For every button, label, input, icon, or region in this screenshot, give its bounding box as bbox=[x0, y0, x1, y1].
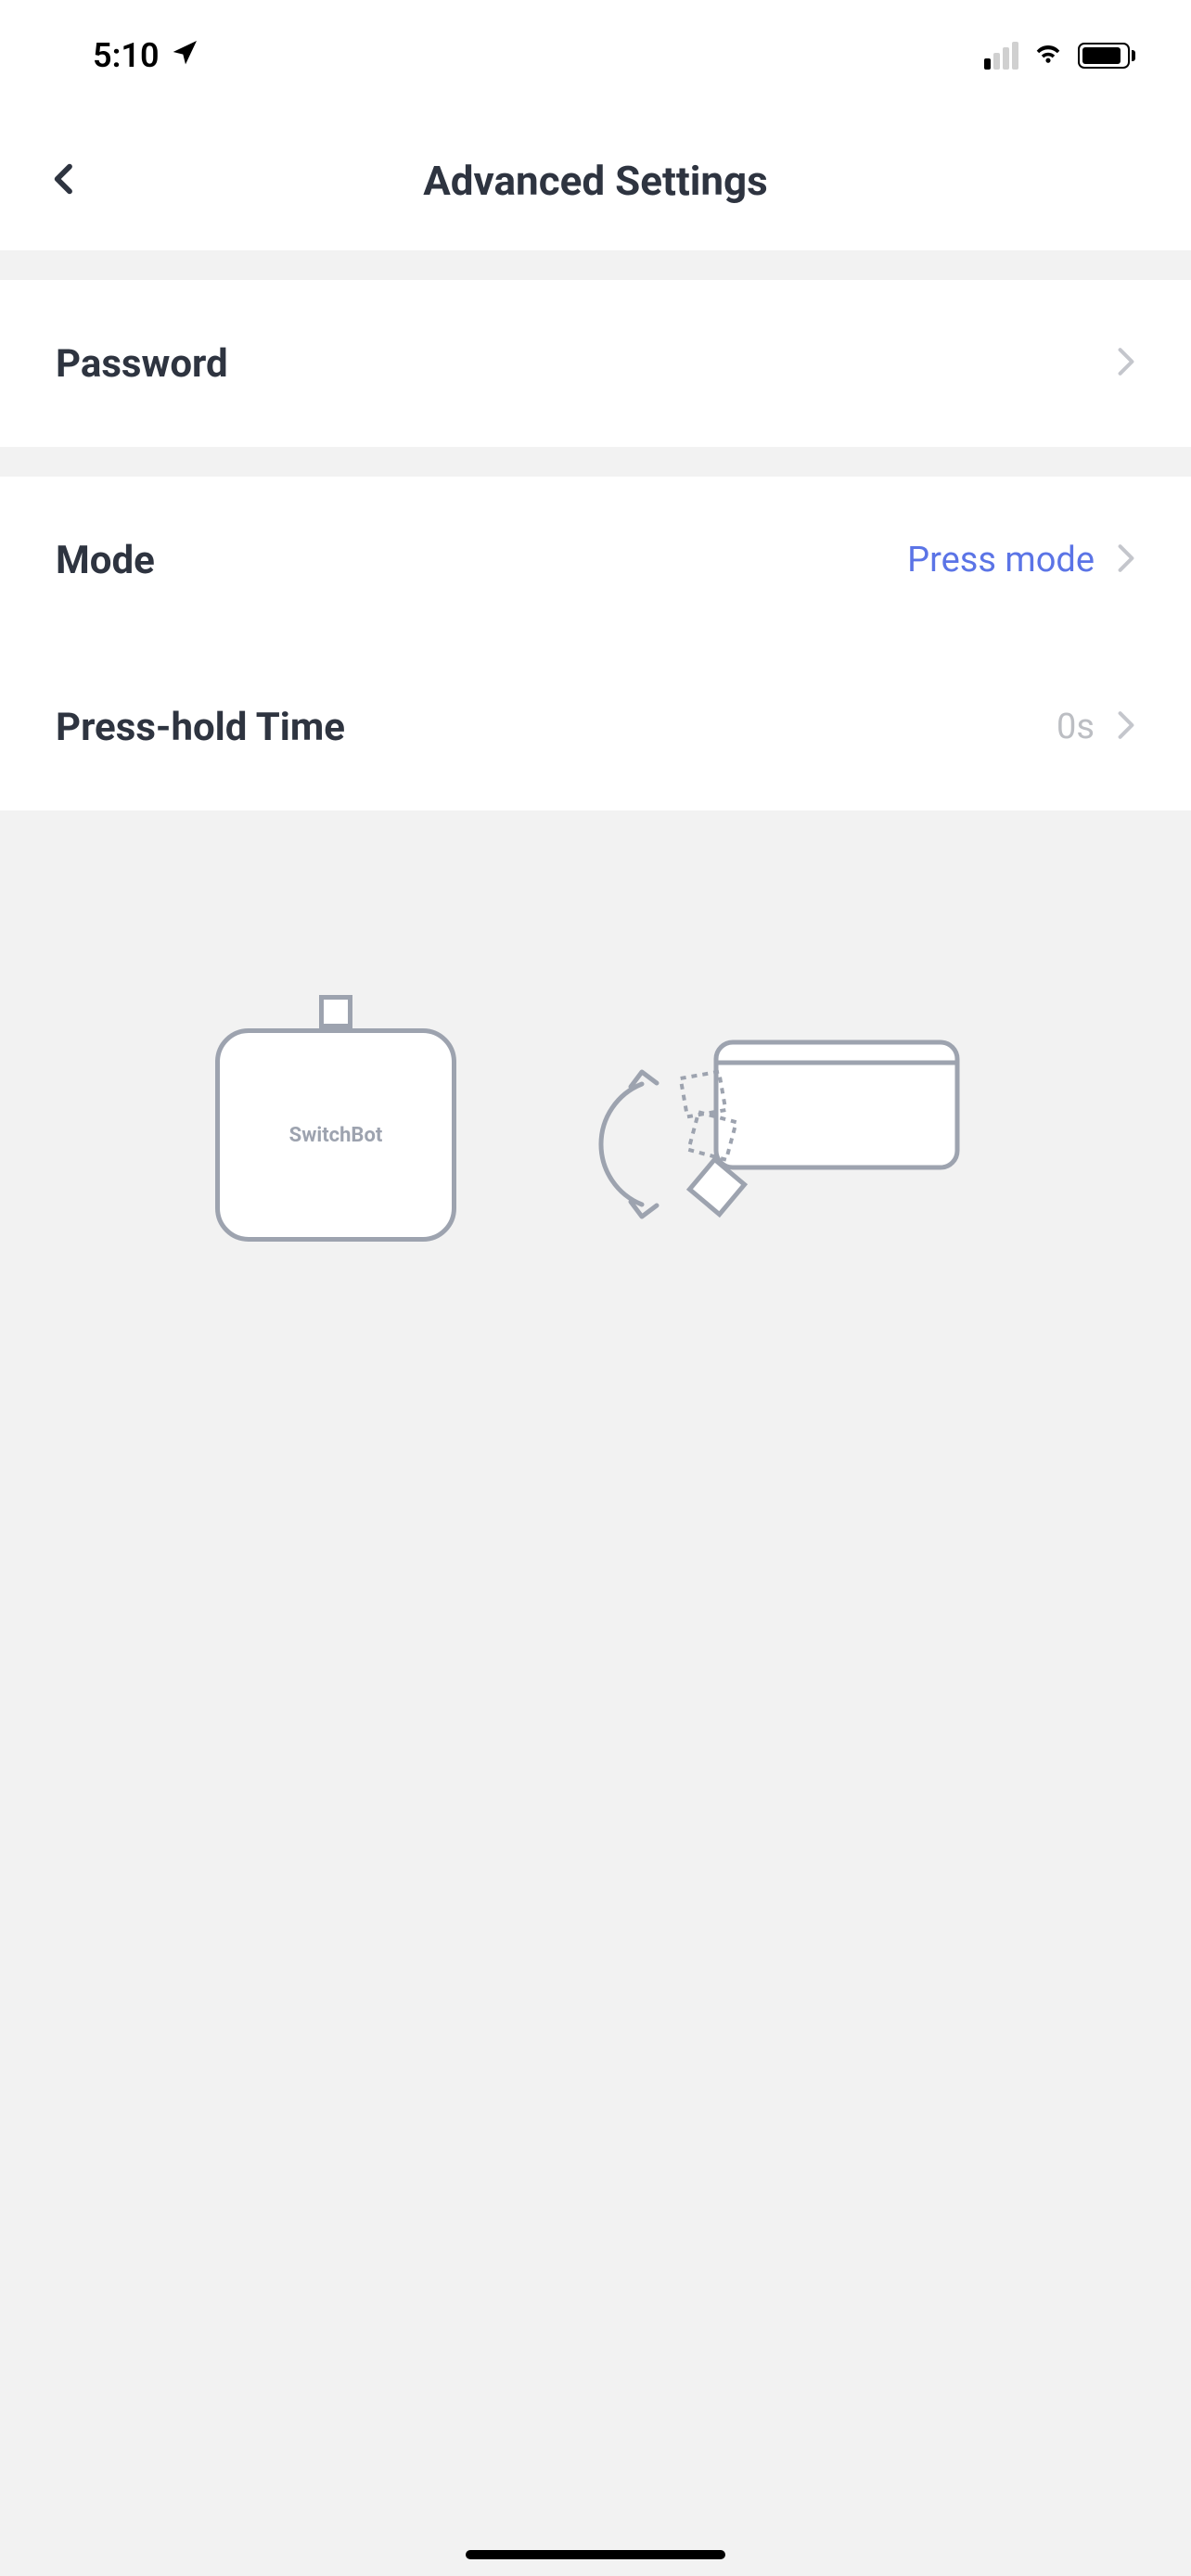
battery-icon bbox=[1078, 43, 1135, 69]
status-time: 5:10 bbox=[93, 36, 160, 75]
row-password[interactable]: Password bbox=[0, 280, 1191, 447]
device-bot-illustration: SwitchBot bbox=[215, 1028, 456, 1242]
press-hold-label: Press-hold Time bbox=[56, 705, 345, 750]
device-label: SwitchBot bbox=[289, 1124, 383, 1147]
illustration-area: SwitchBot bbox=[0, 810, 1191, 1256]
press-hold-value: 0s bbox=[1057, 707, 1095, 747]
cellular-icon bbox=[984, 42, 1018, 70]
home-indicator[interactable] bbox=[466, 2550, 725, 2559]
row-press-hold[interactable]: Press-hold Time 0s bbox=[0, 644, 1191, 810]
chevron-right-icon bbox=[1117, 543, 1135, 577]
status-bar: 5:10 bbox=[0, 0, 1191, 111]
status-indicators bbox=[984, 37, 1135, 74]
mode-label: Mode bbox=[56, 538, 155, 583]
header: Advanced Settings bbox=[0, 111, 1191, 250]
wifi-icon bbox=[1031, 37, 1065, 74]
back-button[interactable] bbox=[46, 160, 83, 201]
page-title: Advanced Settings bbox=[423, 157, 768, 205]
mode-value: Press mode bbox=[907, 540, 1095, 580]
chevron-right-icon bbox=[1117, 347, 1135, 380]
device-press-illustration bbox=[586, 1014, 976, 1256]
section-gap bbox=[0, 250, 1191, 280]
location-icon bbox=[171, 36, 200, 75]
chevron-right-icon bbox=[1117, 710, 1135, 744]
password-label: Password bbox=[56, 341, 228, 387]
row-mode[interactable]: Mode Press mode bbox=[0, 477, 1191, 644]
section-gap bbox=[0, 447, 1191, 477]
status-time-group: 5:10 bbox=[93, 36, 200, 75]
